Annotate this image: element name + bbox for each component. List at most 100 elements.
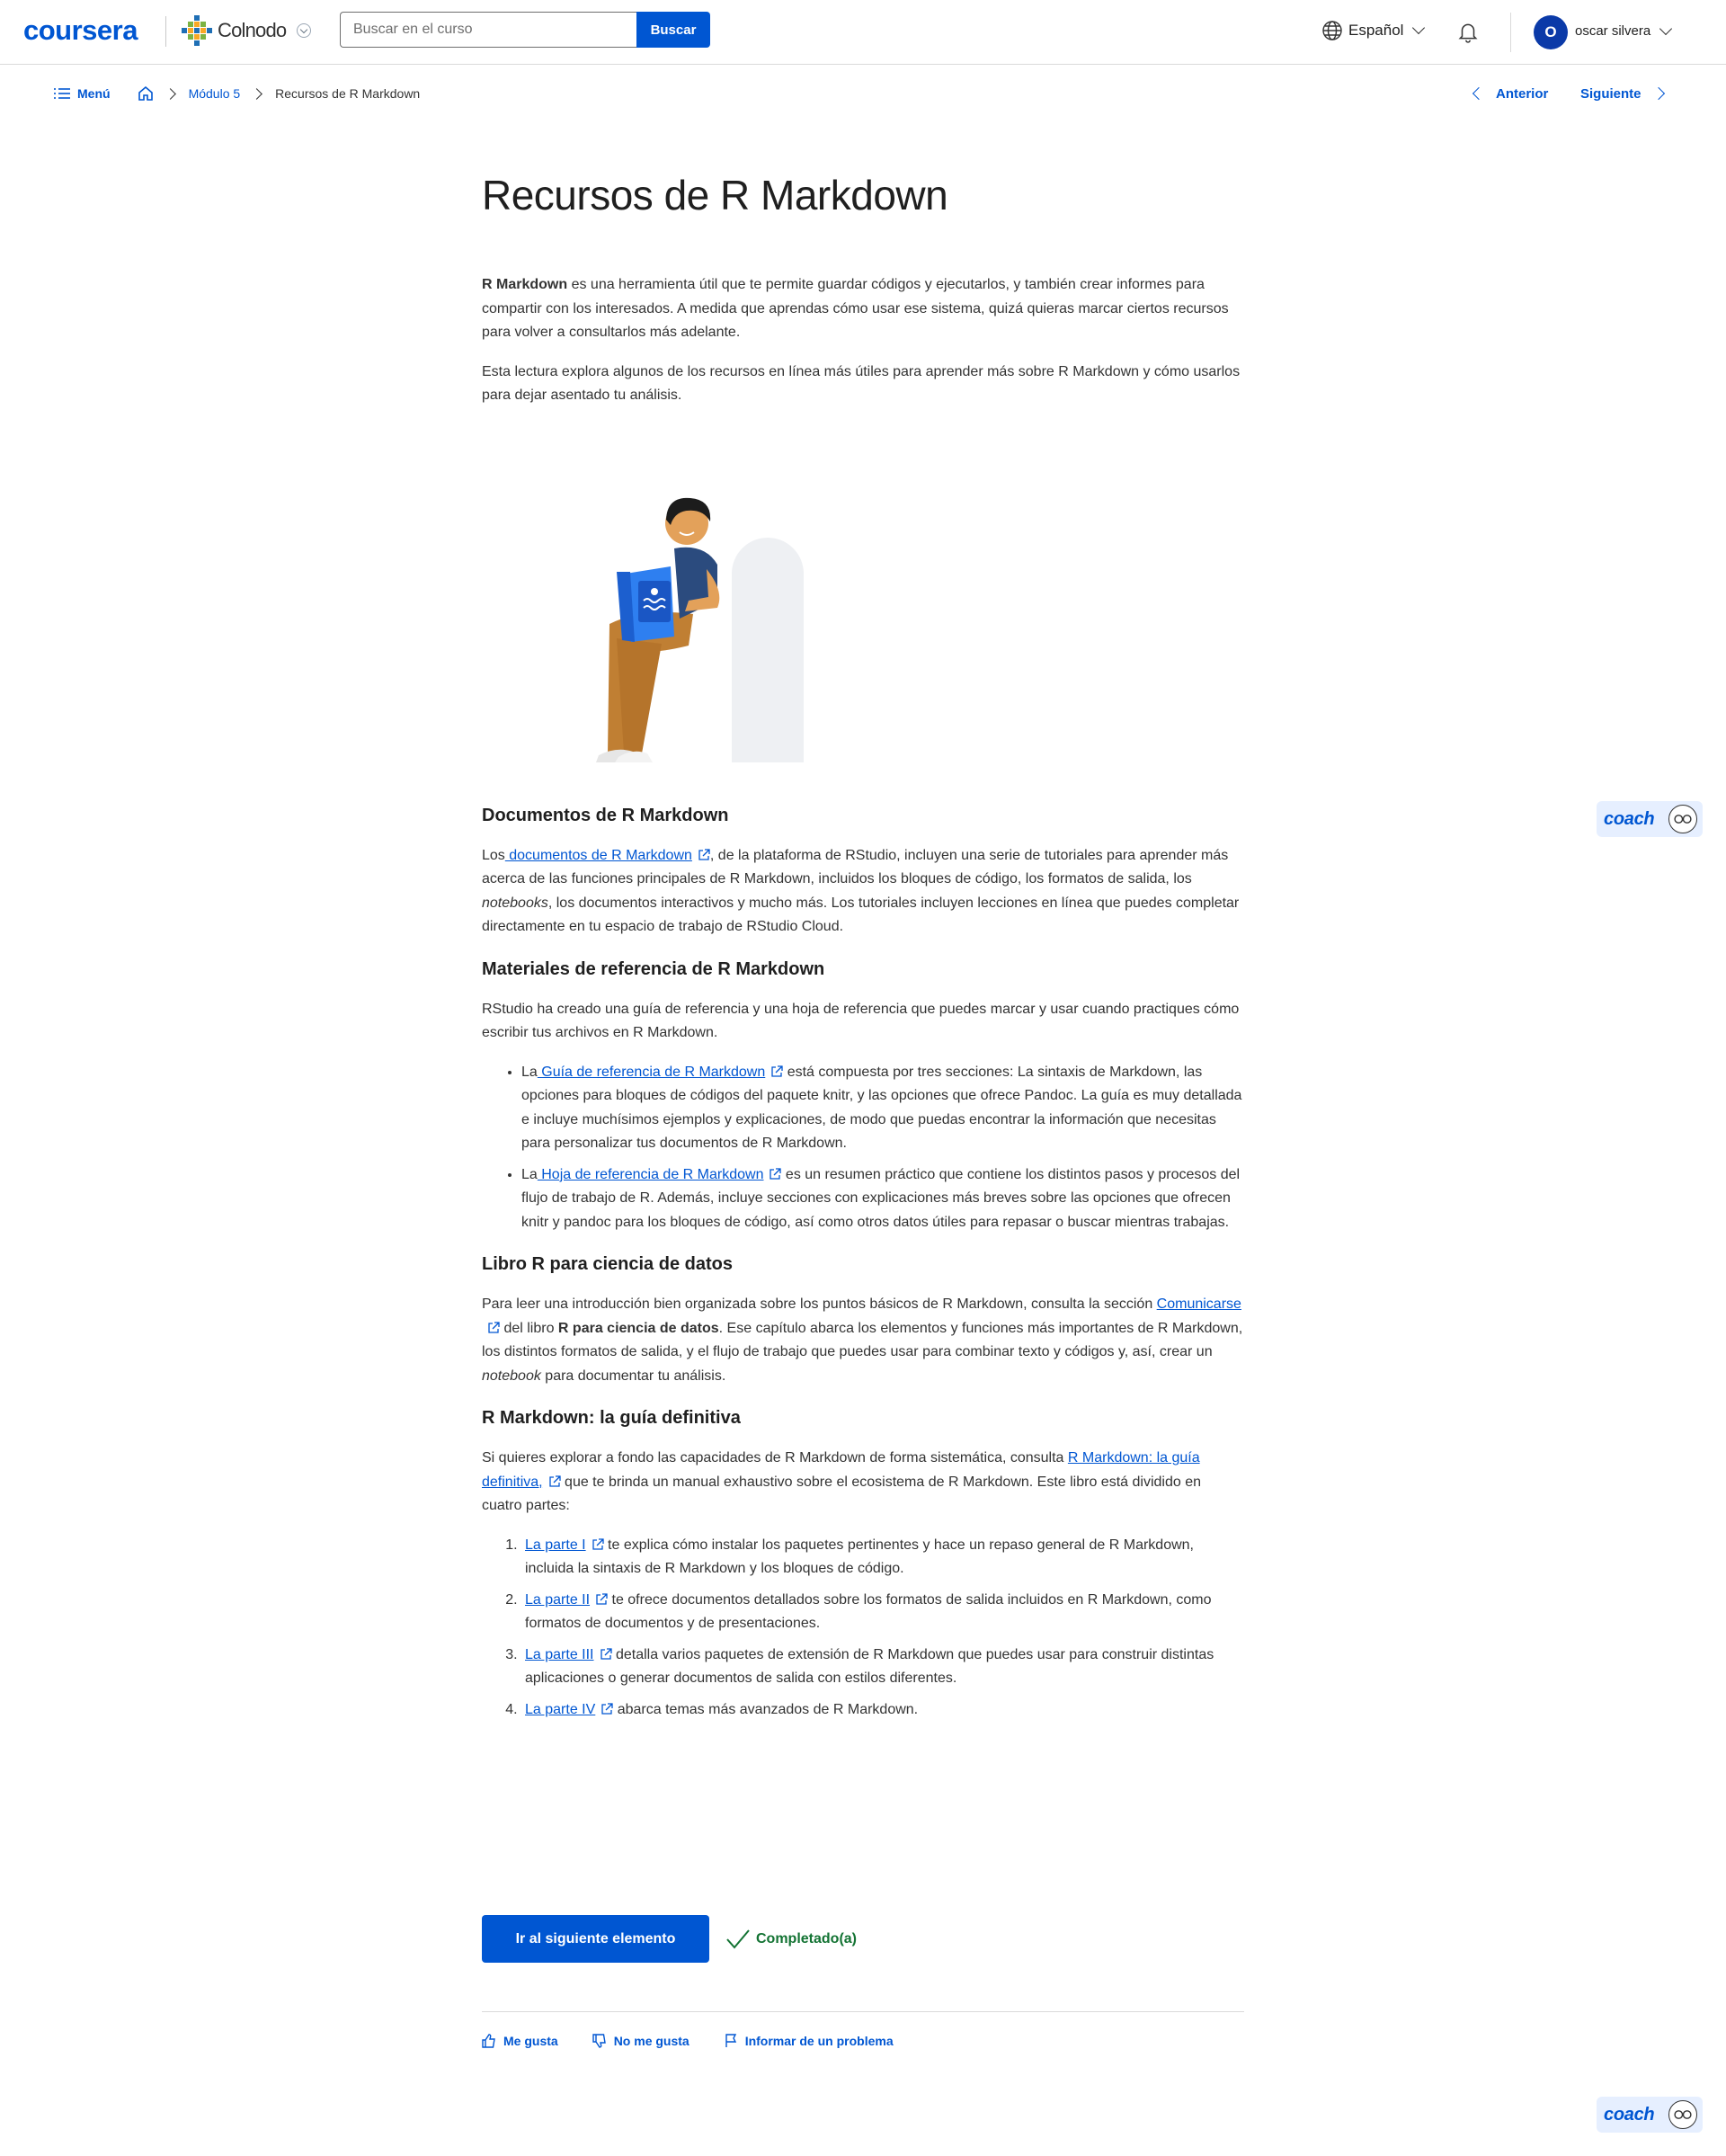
- chevron-down-icon: [1659, 22, 1673, 35]
- dislike-button[interactable]: No me gusta: [592, 2034, 690, 2048]
- text-fragment: te explica cómo instalar los paquetes pe…: [525, 1537, 1194, 1577]
- text-fragment: te ofrece documentos detallados sobre lo…: [525, 1591, 1212, 1632]
- next-label: Siguiente: [1580, 85, 1641, 102]
- text-emphasis: notebooks: [482, 895, 548, 911]
- text-fragment: Si quieres explorar a fondo las capacida…: [482, 1450, 1068, 1466]
- part-iii-link[interactable]: La parte III: [525, 1647, 594, 1662]
- course-search: Buscar: [340, 12, 710, 48]
- intro-bold: R Markdown: [482, 277, 568, 292]
- cheatsheet-link[interactable]: Hoja de referencia de R Markdown: [538, 1167, 763, 1182]
- external-link-icon: [771, 1065, 783, 1077]
- language-label: Español: [1348, 22, 1404, 39]
- chevron-right-icon: [164, 87, 176, 100]
- text-fragment: del libro: [500, 1320, 558, 1336]
- reading-content: Recursos de R Markdown R Markdown es una…: [482, 171, 1244, 1738]
- partner-name: Colnodo: [218, 19, 287, 41]
- book-parts-list: La parte I te explica cómo instalar los …: [521, 1534, 1244, 1723]
- intro-paragraph-2: Esta lectura explora algunos de los recu…: [482, 363, 1241, 404]
- coach-label: coach: [1604, 808, 1655, 829]
- text-fragment: abarca temas más avanzados de R Markdown…: [613, 1701, 919, 1717]
- communicate-link[interactable]: Comunicarse: [1157, 1296, 1241, 1312]
- breadcrumb: Menú Módulo 5 Recursos de R Markdown: [54, 83, 420, 104]
- rmarkdown-docs-link[interactable]: documentos de R Markdown: [505, 848, 692, 863]
- list-item: La Guía de referencia de R Markdown está…: [521, 1061, 1244, 1156]
- documents-paragraph: Los documentos de R Markdown, de la plat…: [482, 844, 1244, 940]
- coach-button[interactable]: coach: [1597, 2097, 1703, 2133]
- completed-label: Completado(a): [756, 1930, 857, 1947]
- logo-divider: [165, 16, 166, 47]
- coach-button[interactable]: coach: [1597, 801, 1703, 837]
- text-bold: R para ciencia de datos: [557, 1320, 719, 1336]
- external-link-icon: [601, 1702, 613, 1715]
- part-iv-link[interactable]: La parte IV: [525, 1702, 595, 1717]
- go-to-next-item-button[interactable]: Ir al siguiente elemento: [482, 1915, 709, 1963]
- list-item: La parte III detalla varios paquetes de …: [521, 1644, 1244, 1691]
- previous-button[interactable]: Anterior: [1472, 83, 1549, 104]
- section-title-book: Libro R para ciencia de datos: [482, 1254, 733, 1274]
- like-button[interactable]: Me gusta: [482, 2034, 558, 2048]
- intro-paragraph: R Markdown es una herramienta útil que t…: [482, 273, 1244, 345]
- text-emphasis: notebook: [482, 1368, 541, 1384]
- partner-logo[interactable]: Colnodo: [182, 14, 312, 47]
- list-item: La parte IV abarca temas más avanzados d…: [521, 1698, 1244, 1723]
- external-link-icon: [548, 1474, 561, 1487]
- home-icon[interactable]: [138, 85, 154, 102]
- text-fragment: La: [521, 1064, 538, 1080]
- completion-actions: Ir al siguiente elemento Completado(a): [482, 1915, 857, 1963]
- previous-label: Anterior: [1496, 85, 1549, 102]
- list-item: La parte II te ofrece documentos detalla…: [521, 1589, 1244, 1636]
- report-problem-button[interactable]: Informar de un problema: [724, 2034, 894, 2048]
- menu-list-icon: [54, 88, 70, 99]
- completed-status: Completado(a): [725, 1929, 857, 1950]
- colnodo-logo-icon: [182, 15, 212, 46]
- search-input[interactable]: [340, 12, 636, 48]
- search-button[interactable]: Buscar: [636, 12, 710, 48]
- chevron-right-icon: [251, 87, 263, 100]
- chevron-left-icon: [1472, 86, 1486, 101]
- text-fragment: Los: [482, 847, 505, 863]
- user-menu[interactable]: oscar silvera: [1575, 22, 1673, 39]
- list-item: La parte I te explica cómo instalar los …: [521, 1534, 1244, 1581]
- chevron-down-icon[interactable]: [297, 23, 312, 38]
- next-button[interactable]: Siguiente: [1580, 83, 1665, 104]
- external-link-icon: [488, 1321, 500, 1333]
- flag-icon: [725, 2034, 736, 2047]
- external-link-icon: [698, 848, 710, 860]
- part-i-link[interactable]: La parte I: [525, 1537, 586, 1553]
- like-label: Me gusta: [503, 2034, 558, 2048]
- text-fragment: para documentar tu análisis.: [540, 1368, 726, 1384]
- page-title: Recursos de R Markdown: [482, 172, 948, 218]
- text-fragment: que te brinda un manual exhaustivo sobre…: [482, 1474, 1201, 1514]
- coach-label: coach: [1604, 2104, 1655, 2125]
- text-fragment: La: [521, 1166, 538, 1182]
- list-item: La Hoja de referencia de R Markdown es u…: [521, 1163, 1244, 1235]
- reference-paragraph: RStudio ha creado una guía de referencia…: [482, 1001, 1240, 1041]
- reference-list: La Guía de referencia de R Markdown está…: [521, 1061, 1244, 1235]
- chevron-right-icon: [1651, 86, 1665, 101]
- text-fragment: , los documentos interactivos y mucho má…: [482, 895, 1240, 935]
- header-divider: [1510, 13, 1511, 52]
- menu-button[interactable]: Menú: [54, 86, 111, 101]
- dislike-label: No me gusta: [613, 2034, 690, 2048]
- external-link-icon: [600, 1647, 612, 1660]
- section-title-documents: Documentos de R Markdown: [482, 805, 729, 825]
- avatar[interactable]: O: [1534, 15, 1568, 49]
- globe-icon: [1322, 21, 1342, 40]
- reading-illustration: [482, 466, 1244, 762]
- coursera-logo[interactable]: coursera: [23, 14, 138, 47]
- notifications-button[interactable]: [1456, 20, 1480, 48]
- reference-guide-link[interactable]: Guía de referencia de R Markdown: [538, 1065, 765, 1080]
- text-fragment: Para leer una introducción bien organiza…: [482, 1296, 1157, 1312]
- definitive-guide-paragraph: Si quieres explorar a fondo las capacida…: [482, 1447, 1244, 1519]
- language-selector[interactable]: Español: [1321, 20, 1426, 41]
- section-title-reference: Materiales de referencia de R Markdown: [482, 958, 825, 979]
- report-label: Informar de un problema: [744, 2034, 894, 2048]
- chevron-down-icon: [1412, 21, 1426, 35]
- thumbs-up-icon: [482, 2034, 495, 2048]
- bell-icon: [1458, 23, 1478, 43]
- thumbs-down-icon: [592, 2034, 606, 2048]
- external-link-icon: [770, 1167, 782, 1180]
- breadcrumb-module-link[interactable]: Módulo 5: [189, 86, 241, 101]
- coach-glasses-icon: [1668, 805, 1697, 833]
- part-ii-link[interactable]: La parte II: [525, 1592, 590, 1608]
